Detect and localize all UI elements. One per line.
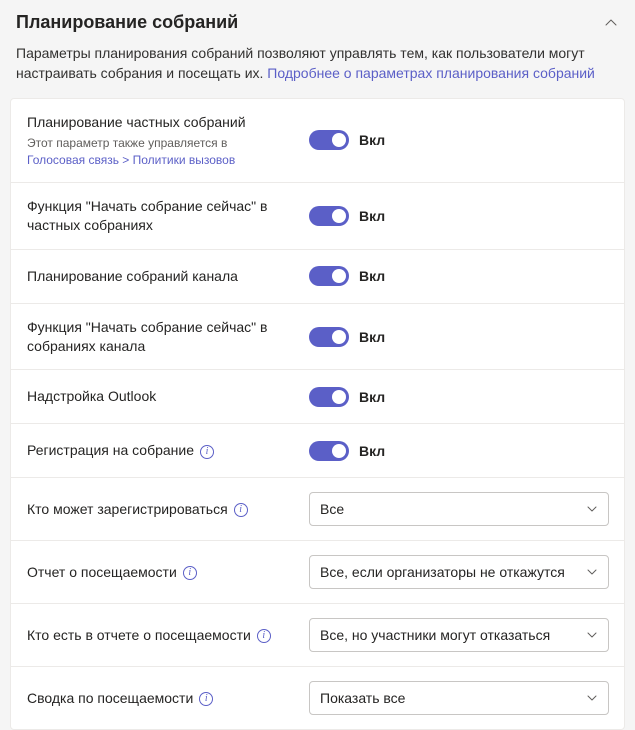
row-meeting-registration: Регистрация на собрание i Вкл (11, 424, 624, 478)
toggle-state-label: Вкл (359, 132, 385, 148)
label-text: Регистрация на собрание (27, 441, 194, 460)
voice-calling-policies-link[interactable]: Голосовая связь > Политики вызовов (27, 153, 235, 167)
info-icon[interactable]: i (257, 629, 271, 643)
info-icon[interactable]: i (200, 445, 214, 459)
row-label: Регистрация на собрание i (27, 441, 309, 460)
row-meet-now-channel: Функция "Начать собрание сейчас" в собра… (11, 304, 624, 371)
row-control: Показать все (309, 681, 609, 715)
row-meet-now-private: Функция "Начать собрание сейчас" в частн… (11, 183, 624, 250)
toggle-thumb (332, 209, 346, 223)
label-text: Планирование частных собраний (27, 113, 297, 132)
info-icon[interactable]: i (199, 692, 213, 706)
row-label: Планирование частных собраний Этот парам… (27, 113, 309, 168)
toggle-track (309, 130, 349, 150)
toggle-track (309, 266, 349, 286)
toggle-channel-scheduling[interactable]: Вкл (309, 266, 385, 286)
label-subtext: Этот параметр также управляется в Голосо… (27, 135, 297, 167)
select-value: Все (320, 501, 344, 517)
row-control: Вкл (309, 266, 608, 286)
row-label: Надстройка Outlook (27, 387, 309, 406)
row-channel-meeting-scheduling: Планирование собраний канала Вкл (11, 250, 624, 304)
row-control: Вкл (309, 387, 608, 407)
toggle-thumb (332, 390, 346, 404)
toggle-thumb (332, 269, 346, 283)
select-value: Все, если организаторы не откажутся (320, 564, 565, 580)
toggle-track (309, 206, 349, 226)
toggle-track (309, 387, 349, 407)
select-attendance-summary[interactable]: Показать все (309, 681, 609, 715)
label-text: Функция "Начать собрание сейчас" в частн… (27, 197, 297, 235)
row-who-can-register: Кто может зарегистрироваться i Все (11, 478, 624, 541)
label-text: Надстройка Outlook (27, 387, 297, 406)
row-label: Кто может зарегистрироваться i (27, 500, 309, 519)
section-title: Планирование собраний (16, 12, 238, 33)
toggle-track (309, 327, 349, 347)
toggle-track (309, 441, 349, 461)
label-text: Кто есть в отчете о посещаемости (27, 626, 251, 645)
label-text: Функция "Начать собрание сейчас" в собра… (27, 318, 297, 356)
chevron-down-icon (586, 566, 598, 578)
info-icon[interactable]: i (234, 503, 248, 517)
row-control: Вкл (309, 441, 608, 461)
toggle-state-label: Вкл (359, 268, 385, 284)
toggle-state-label: Вкл (359, 443, 385, 459)
section-description: Параметры планирования собраний позволяю… (0, 43, 635, 98)
label-text: Кто может зарегистрироваться (27, 500, 228, 519)
row-outlook-addin: Надстройка Outlook Вкл (11, 370, 624, 424)
row-control: Все, если организаторы не откажутся (309, 555, 609, 589)
chevron-up-icon (603, 15, 619, 31)
subtext-prefix: Этот параметр также управляется в (27, 136, 227, 150)
select-who-in-report[interactable]: Все, но участники могут отказаться (309, 618, 609, 652)
toggle-state-label: Вкл (359, 329, 385, 345)
row-private-meeting-scheduling: Планирование частных собраний Этот парам… (11, 99, 624, 183)
toggle-meet-now-private[interactable]: Вкл (309, 206, 385, 226)
row-attendance-summary: Сводка по посещаемости i Показать все (11, 667, 624, 729)
chevron-down-icon (586, 629, 598, 641)
toggle-state-label: Вкл (359, 208, 385, 224)
chevron-down-icon (586, 692, 598, 704)
row-attendance-report: Отчет о посещаемости i Все, если организ… (11, 541, 624, 604)
row-control: Все (309, 492, 609, 526)
toggle-thumb (332, 444, 346, 458)
meeting-scheduling-panel: Планирование собраний Параметры планиров… (0, 0, 635, 730)
row-control: Вкл (309, 130, 608, 150)
label-text: Отчет о посещаемости (27, 563, 177, 582)
learn-more-link[interactable]: Подробнее о параметрах планирования собр… (267, 65, 595, 81)
toggle-thumb (332, 330, 346, 344)
row-label: Функция "Начать собрание сейчас" в собра… (27, 318, 309, 356)
toggle-thumb (332, 133, 346, 147)
label-text: Планирование собраний канала (27, 267, 297, 286)
row-label: Кто есть в отчете о посещаемости i (27, 626, 309, 645)
row-label: Сводка по посещаемости i (27, 689, 309, 708)
toggle-outlook-addin[interactable]: Вкл (309, 387, 385, 407)
settings-card: Планирование частных собраний Этот парам… (10, 98, 625, 730)
toggle-meet-now-channel[interactable]: Вкл (309, 327, 385, 347)
section-header[interactable]: Планирование собраний (0, 0, 635, 43)
row-control: Вкл (309, 327, 608, 347)
chevron-down-icon (586, 503, 598, 515)
select-value: Показать все (320, 690, 405, 706)
row-label: Отчет о посещаемости i (27, 563, 309, 582)
select-attendance-report[interactable]: Все, если организаторы не откажутся (309, 555, 609, 589)
row-who-in-attendance-report: Кто есть в отчете о посещаемости i Все, … (11, 604, 624, 667)
toggle-meeting-registration[interactable]: Вкл (309, 441, 385, 461)
row-control: Вкл (309, 206, 608, 226)
label-text: Сводка по посещаемости (27, 689, 193, 708)
select-value: Все, но участники могут отказаться (320, 627, 550, 643)
row-label: Планирование собраний канала (27, 267, 309, 286)
row-label: Функция "Начать собрание сейчас" в частн… (27, 197, 309, 235)
toggle-state-label: Вкл (359, 389, 385, 405)
info-icon[interactable]: i (183, 566, 197, 580)
select-who-can-register[interactable]: Все (309, 492, 609, 526)
row-control: Все, но участники могут отказаться (309, 618, 609, 652)
toggle-private-meeting[interactable]: Вкл (309, 130, 385, 150)
